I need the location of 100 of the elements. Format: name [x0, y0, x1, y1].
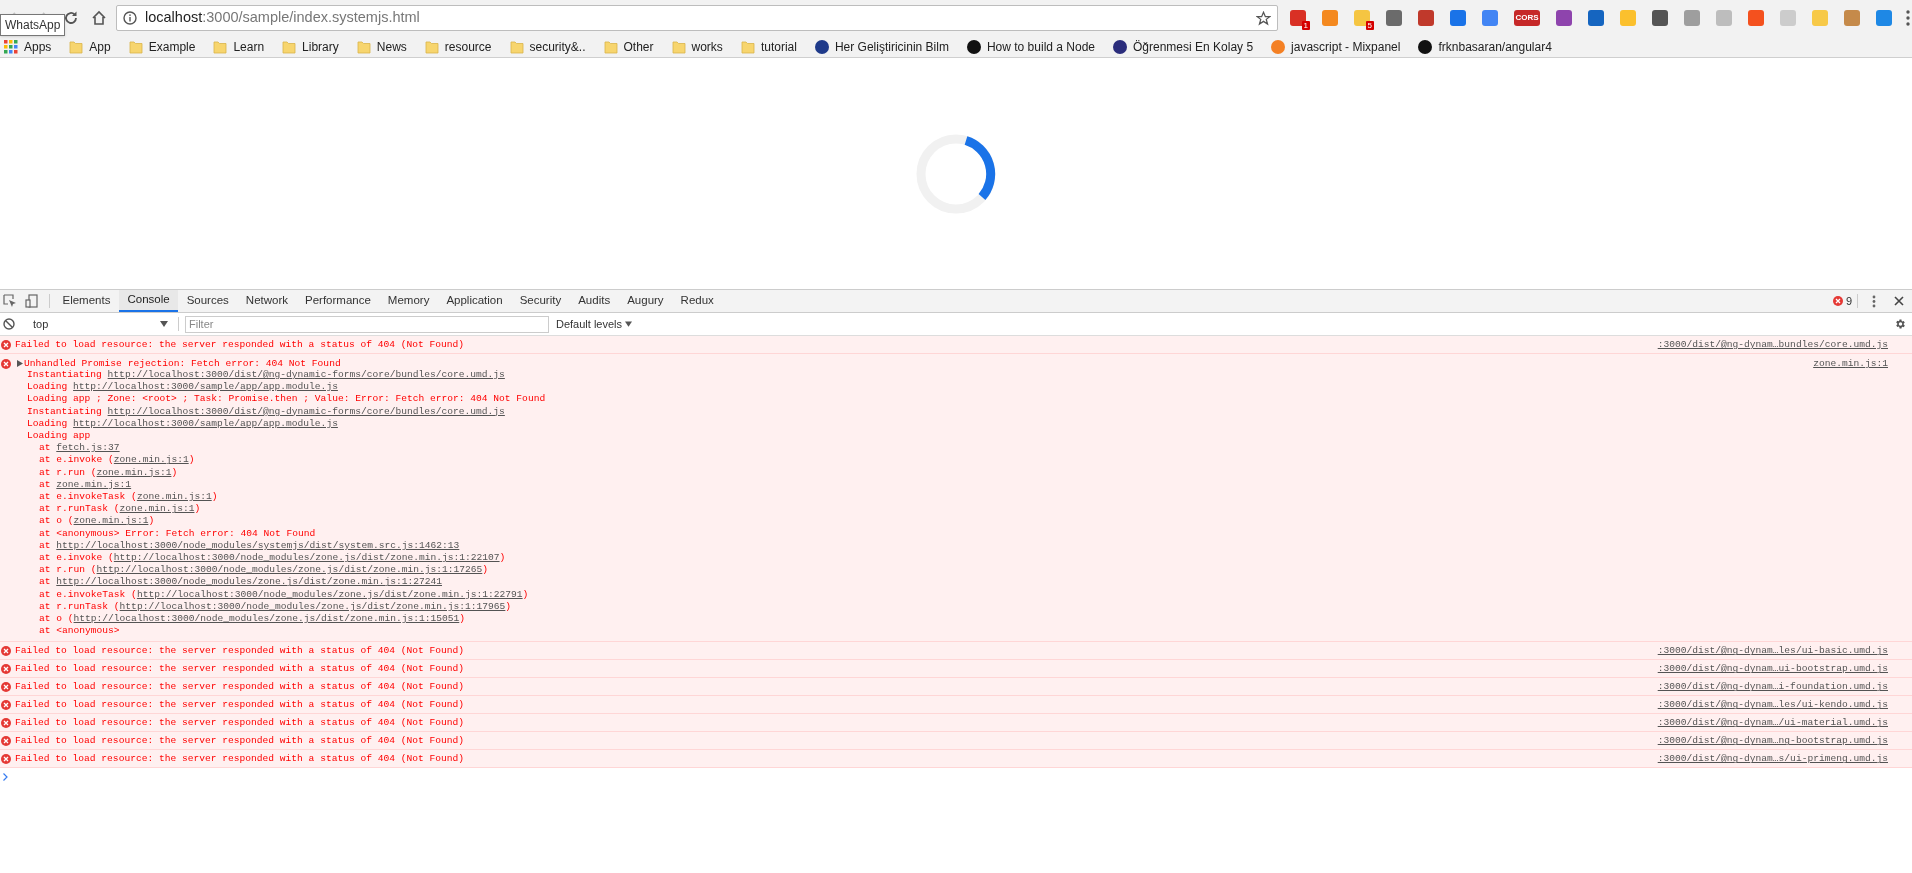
- stack-line: Instantiating http://localhost:3000/dist/@ng-dynamic-forms/core/bundles/core.umd.js: [26, 369, 506, 382]
- extension-icon[interactable]: [1482, 10, 1498, 26]
- device-icon[interactable]: [25, 294, 39, 308]
- devtools-tab[interactable]: Redux: [672, 290, 723, 312]
- link[interactable]: zone.min.js:1: [96, 466, 172, 478]
- bookmark[interactable]: Example: [128, 37, 196, 56]
- stack-line: Loading app: [26, 430, 92, 443]
- link[interactable]: http://localhost:3000/node_modules/zone.js/dist/zone.min.js:1:17265: [96, 564, 483, 576]
- source-link[interactable]: :3000/dist/@ng-dynam…s/ui-primeng.umd.js: [1657, 753, 1912, 765]
- bookmark[interactable]: security&..: [509, 37, 586, 56]
- link[interactable]: http://localhost:3000/node_modules/zone.js/dist/zone.min.js:1:17965: [119, 600, 506, 612]
- devtools-tab[interactable]: Application: [437, 290, 512, 312]
- bookmark[interactable]: Apps: [4, 37, 52, 56]
- link[interactable]: http://localhost:3000/node_modules/systemjs/dist/system.src.js:1462:13: [56, 539, 460, 551]
- source-link[interactable]: :3000/dist/@ng-dynam…i-foundation.umd.js: [1657, 681, 1912, 693]
- reload-icon[interactable]: [63, 10, 79, 26]
- source-link[interactable]: :3000/dist/@ng-dynam…les/ui-basic.umd.js: [1657, 645, 1912, 657]
- bookmark[interactable]: javascript - Mixpanel: [1271, 37, 1401, 56]
- extension-icon[interactable]: [1620, 10, 1636, 26]
- bookmark[interactable]: Öğrenmesi En Kolay 5: [1113, 37, 1254, 56]
- link[interactable]: http://localhost:3000/node_modules/zone.js/dist/zone.min.js:1:22791: [136, 588, 523, 600]
- source-link[interactable]: :3000/dist/@ng-dynam…/ui-material.umd.js: [1657, 717, 1912, 729]
- bookmark[interactable]: Library: [282, 37, 339, 56]
- bookmark[interactable]: frknbasaran/angular4: [1418, 37, 1552, 56]
- bookmark[interactable]: works: [671, 37, 723, 56]
- console-message: Failed to load resource: the server responded with a status of 404 (Not Found): [15, 339, 465, 350]
- bookmark[interactable]: Other: [603, 37, 654, 56]
- extension-label: CORS: [1515, 14, 1539, 22]
- bookmark[interactable]: Her Geliştiricinin Bilm: [814, 37, 949, 56]
- link[interactable]: http://localhost:3000/node_modules/zone.js/dist/zone.min.js:1:27241: [56, 576, 442, 588]
- link[interactable]: zone.min.js:1: [113, 454, 189, 466]
- stack-frame: at o (http://localhost:3000/node_modules/zone.js/dist/zone.min.js:1:15051): [15, 613, 1814, 626]
- devtools-tab[interactable]: Sources: [178, 290, 238, 312]
- link[interactable]: fetch.js:37: [56, 442, 120, 454]
- extension-icon[interactable]: [1780, 10, 1796, 26]
- more-icon[interactable]: [1872, 294, 1876, 308]
- link[interactable]: http://localhost:3000/sample/app/app.module.js: [73, 381, 338, 393]
- bookmark[interactable]: tutorial: [740, 37, 797, 56]
- extension-icon[interactable]: [1812, 10, 1828, 26]
- link[interactable]: zone.min.js:1: [119, 503, 195, 515]
- extension-icon[interactable]: [1418, 10, 1434, 26]
- extension-icon[interactable]: [1322, 10, 1338, 26]
- devtools-tab[interactable]: Augury: [618, 290, 673, 312]
- source-link[interactable]: :3000/dist/@ng-dynam…les/ui-kendo.umd.js: [1657, 699, 1912, 711]
- link[interactable]: http://localhost:3000/node_modules/zone.js/dist/zone.min.js:1:22107: [113, 552, 500, 564]
- link[interactable]: http://localhost:3000/node_modules/zone.js/dist/zone.min.js:1:15051: [73, 613, 460, 625]
- devtools-tab[interactable]: Security: [511, 290, 570, 312]
- stack-frame: at <anonymous> Error: Fetch error: 404 Not Found: [15, 527, 1814, 540]
- extension-icon[interactable]: [1652, 10, 1668, 26]
- url-text: localhost:3000/sample/index.systemjs.html: [145, 8, 421, 28]
- extension-icon[interactable]: [1450, 10, 1466, 26]
- inspect-icon[interactable]: [3, 294, 17, 308]
- source-link[interactable]: :3000/dist/@ng-dynam…ui-bootstrap.umd.js: [1657, 663, 1912, 675]
- expand-triangle-icon[interactable]: [17, 360, 23, 367]
- devtools-tab[interactable]: Performance: [296, 290, 380, 312]
- devtools-tab[interactable]: Audits: [569, 290, 619, 312]
- bookmark[interactable]: App: [69, 37, 111, 56]
- error-icon: [1832, 296, 1843, 306]
- menu-icon[interactable]: [1906, 10, 1910, 26]
- link[interactable]: http://localhost:3000/dist/@ng-dynamic-forms/core/bundles/core.umd.js: [107, 405, 505, 417]
- levels-dropdown[interactable]: Default levels: [556, 315, 633, 333]
- close-icon[interactable]: [1894, 296, 1904, 306]
- link[interactable]: zone.min.js:1: [136, 491, 212, 503]
- extension-icon[interactable]: [1716, 10, 1732, 26]
- stack-line: Instantiating http://localhost:3000/dist/@ng-dynamic-forms/core/bundles/core.umd.js: [26, 405, 506, 418]
- prompt-caret-icon[interactable]: [3, 773, 8, 782]
- devtools-tab[interactable]: Elements: [54, 290, 119, 312]
- link[interactable]: http://localhost:3000/dist/@ng-dynamic-forms/core/bundles/core.umd.js: [107, 369, 505, 380]
- bookmark[interactable]: resource: [424, 37, 492, 56]
- extension-icon[interactable]: [1748, 10, 1764, 26]
- extension-icon[interactable]: [1556, 10, 1572, 26]
- star-icon[interactable]: [1256, 10, 1271, 26]
- devtools-tab[interactable]: Console: [118, 290, 179, 312]
- extension-icon[interactable]: [1876, 10, 1892, 26]
- bookmark[interactable]: Learn: [213, 37, 265, 56]
- address-bar[interactable]: localhost:3000/sample/index.systemjs.html: [116, 5, 1278, 31]
- error-count[interactable]: 9: [1845, 292, 1852, 310]
- extension-icon[interactable]: [1684, 10, 1700, 26]
- context-select[interactable]: top: [33, 315, 168, 333]
- error-icon: [1, 681, 11, 692]
- source-link[interactable]: :3000/dist/@ng-dynam…ng-bootstrap.umd.js: [1657, 735, 1912, 747]
- bookmark[interactable]: News: [356, 37, 407, 56]
- source-link[interactable]: :3000/dist/@ng-dynam…bundles/core.umd.js: [1657, 339, 1912, 350]
- extension-icon[interactable]: CORS: [1514, 10, 1540, 26]
- settings-icon[interactable]: [1894, 318, 1906, 330]
- bookmark[interactable]: How to build a Node: [966, 37, 1095, 56]
- link[interactable]: zone.min.js:1: [73, 515, 149, 527]
- extension-icon[interactable]: [1386, 10, 1402, 26]
- extension-icon[interactable]: [1844, 10, 1860, 26]
- home-icon[interactable]: [91, 10, 107, 26]
- console-message: Failed to load resource: the server responded with a status of 404 (Not Found): [15, 699, 465, 711]
- stack-frame: at e.invokeTask (zone.min.js:1): [15, 491, 1814, 504]
- link[interactable]: zone.min.js:1: [56, 478, 132, 490]
- extension-icon[interactable]: [1588, 10, 1604, 26]
- filter-field[interactable]: Filter: [185, 315, 549, 333]
- source-link[interactable]: zone.min.js:1: [1813, 358, 1912, 369]
- devtools-tab[interactable]: Memory: [379, 290, 438, 312]
- clear-console-icon[interactable]: [3, 318, 15, 330]
- link[interactable]: http://localhost:3000/sample/app/app.module.js: [73, 417, 338, 429]
- devtools-tab[interactable]: Network: [237, 290, 297, 312]
